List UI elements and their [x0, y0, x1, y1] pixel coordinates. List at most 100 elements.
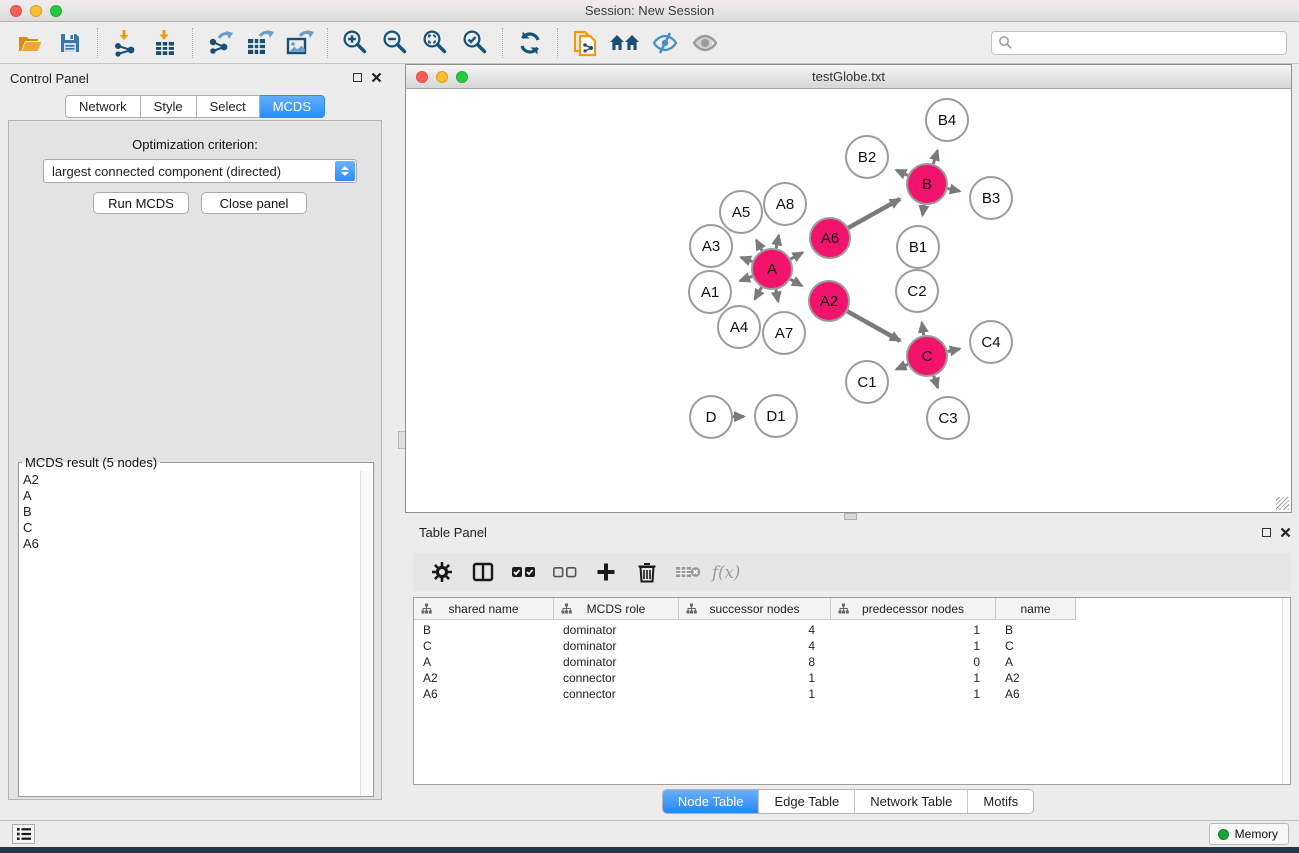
zoom-selected-button[interactable] — [455, 26, 495, 60]
zoom-in-button[interactable] — [335, 26, 375, 60]
zoom-fit-button[interactable] — [415, 26, 455, 60]
zoom-out-button[interactable] — [375, 26, 415, 60]
table-cell[interactable]: 0 — [831, 654, 996, 670]
table-cell[interactable]: connector — [554, 670, 679, 686]
table-cell[interactable]: 1 — [679, 686, 831, 702]
table-cell[interactable]: dominator — [554, 654, 679, 670]
table-cell[interactable]: 1 — [679, 670, 831, 686]
network-window-titlebar[interactable]: testGlobe.txt — [406, 65, 1291, 89]
table-row[interactable]: Adominator80A — [414, 654, 1290, 670]
network-canvas[interactable]: B4B2BB3A8A5A6A3B1AC2A1A2A4A7C4CC1DD1C3 — [406, 89, 1291, 512]
import-table-button[interactable] — [145, 26, 185, 60]
table-cell[interactable]: B — [996, 622, 1076, 638]
table-cell[interactable]: 4 — [679, 638, 831, 654]
column-header-name[interactable]: name — [996, 598, 1076, 620]
table-row[interactable]: Cdominator41C — [414, 638, 1290, 654]
table-cell[interactable]: 8 — [679, 654, 831, 670]
graph-edge-A-A2[interactable] — [790, 279, 802, 286]
tab-network-table[interactable]: Network Table — [854, 790, 967, 813]
mcds-result-item[interactable]: A — [20, 488, 359, 504]
table-cell[interactable]: dominator — [554, 622, 679, 638]
table-settings-button[interactable] — [423, 555, 460, 589]
tab-motifs[interactable]: Motifs — [967, 790, 1033, 813]
tab-node-table[interactable]: Node Table — [663, 790, 759, 813]
float-panel-icon[interactable] — [353, 73, 362, 82]
save-session-button[interactable] — [50, 26, 90, 60]
graph-edge-A-A1[interactable] — [740, 276, 752, 281]
run-mcds-button[interactable]: Run MCDS — [93, 192, 189, 214]
graph-edge-A-A3[interactable] — [741, 257, 752, 261]
memory-button[interactable]: Memory — [1209, 823, 1289, 845]
graph-edge-B-B1[interactable] — [923, 205, 925, 216]
table-cell[interactable]: dominator — [554, 638, 679, 654]
table-cell[interactable]: A — [414, 654, 554, 670]
import-network-button[interactable] — [105, 26, 145, 60]
graph-edge-B-B2[interactable] — [896, 170, 908, 175]
export-table-button[interactable] — [240, 26, 280, 60]
graph-edge-A-A5[interactable] — [756, 240, 762, 250]
close-panel-icon[interactable] — [371, 72, 382, 83]
search-field[interactable] — [991, 31, 1287, 55]
mcds-result-item[interactable]: B — [20, 504, 359, 520]
task-history-button[interactable] — [12, 824, 35, 844]
table-cell[interactable]: A2 — [996, 670, 1076, 686]
graph-edge-A-A6[interactable] — [791, 253, 803, 259]
search-input[interactable] — [1013, 36, 1280, 50]
delete-row-button[interactable] — [628, 555, 665, 589]
window-resize-grip[interactable] — [1276, 497, 1289, 510]
tab-mcds[interactable]: MCDS — [260, 95, 325, 118]
tab-network[interactable]: Network — [65, 95, 141, 118]
select-all-button[interactable] — [505, 555, 542, 589]
show-columns-button[interactable] — [464, 555, 501, 589]
mcds-result-item[interactable]: A6 — [20, 536, 359, 552]
table-row[interactable]: A6connector11A6 — [414, 686, 1290, 702]
mcds-result-item[interactable]: A2 — [20, 472, 359, 488]
close-panel-icon[interactable] — [1280, 527, 1291, 538]
table-cell[interactable]: 1 — [831, 622, 996, 638]
table-scrollbar[interactable] — [1282, 598, 1290, 784]
table-cell[interactable]: B — [414, 622, 554, 638]
open-session-button[interactable] — [10, 26, 50, 60]
table-cell[interactable]: 1 — [831, 670, 996, 686]
tab-select[interactable]: Select — [197, 95, 260, 118]
graph-edge-C-C3[interactable] — [934, 376, 938, 388]
show-all-button[interactable] — [685, 26, 725, 60]
first-neighbors-button[interactable] — [605, 26, 645, 60]
graph-edge-C-C4[interactable] — [948, 349, 960, 352]
graph-edge-C-C2[interactable] — [922, 323, 924, 336]
table-cell[interactable]: A6 — [414, 686, 554, 702]
table-cell[interactable]: 1 — [831, 638, 996, 654]
column-header-MCDS-role[interactable]: MCDS role — [554, 598, 679, 620]
graph-edge-A-A7[interactable] — [776, 290, 778, 302]
float-panel-icon[interactable] — [1262, 528, 1271, 537]
table-cell[interactable]: 4 — [679, 622, 831, 638]
table-cell[interactable]: A6 — [996, 686, 1076, 702]
add-row-button[interactable] — [587, 555, 624, 589]
table-cell[interactable]: C — [414, 638, 554, 654]
table-cell[interactable]: A2 — [414, 670, 554, 686]
refresh-layout-button[interactable] — [510, 26, 550, 60]
table-cell[interactable]: C — [996, 638, 1076, 654]
export-network-button[interactable] — [200, 26, 240, 60]
export-image-button[interactable] — [280, 26, 320, 60]
tab-style[interactable]: Style — [141, 95, 197, 118]
graph-edge-A2-C[interactable] — [847, 311, 900, 341]
criterion-select[interactable]: largest connected component (directed) — [43, 159, 357, 183]
duplicate-network-button[interactable] — [565, 26, 605, 60]
table-cell[interactable]: connector — [554, 686, 679, 702]
graph-edge-A-A8[interactable] — [776, 235, 779, 248]
tab-edge-table[interactable]: Edge Table — [758, 790, 854, 813]
clear-table-button[interactable] — [669, 555, 706, 589]
deselect-all-button[interactable] — [546, 555, 583, 589]
table-row[interactable]: Bdominator41B — [414, 622, 1290, 638]
graph-edge-B-B3[interactable] — [948, 188, 960, 191]
mcds-list-scrollbar[interactable] — [360, 471, 372, 795]
column-header-predecessor-nodes[interactable]: predecessor nodes — [831, 598, 996, 620]
close-panel-button[interactable]: Close panel — [201, 192, 307, 214]
hide-selected-button[interactable] — [645, 26, 685, 60]
graph-edge-B-B4[interactable] — [933, 151, 937, 164]
graph-edge-A-A4[interactable] — [755, 287, 762, 299]
graph-edge-A6-B[interactable] — [848, 199, 900, 228]
table-row[interactable]: A2connector11A2 — [414, 670, 1290, 686]
mcds-result-item[interactable]: C — [20, 520, 359, 536]
